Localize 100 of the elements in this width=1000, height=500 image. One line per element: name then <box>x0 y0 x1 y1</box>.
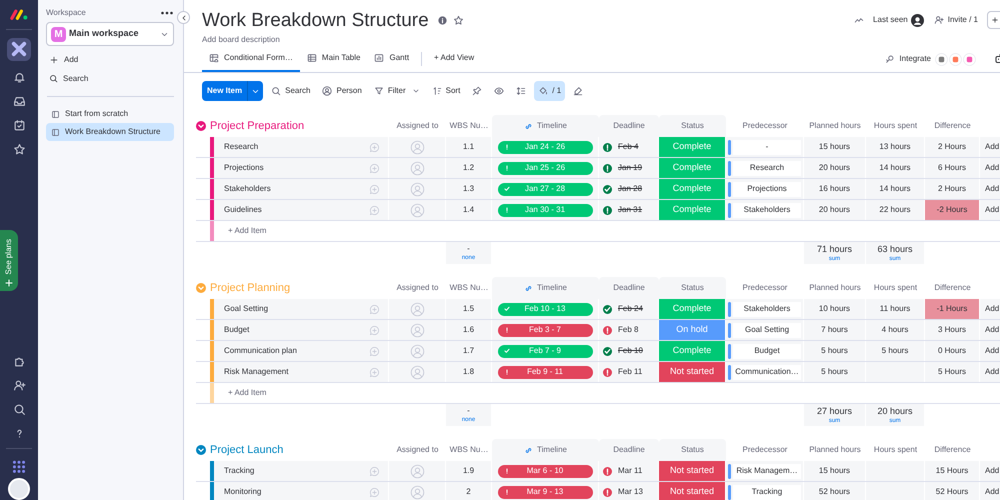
column-header[interactable]: WBS Nu… <box>450 444 488 456</box>
item-name[interactable]: Tracking <box>224 465 369 477</box>
logo-icon[interactable] <box>9 8 29 21</box>
sort-button[interactable]: Sort <box>428 81 464 101</box>
item-name[interactable]: Projections <box>224 162 369 174</box>
invite-button[interactable]: Invite / 1 <box>934 14 978 26</box>
column-header[interactable]: Timeline <box>537 120 567 132</box>
column-header[interactable]: Assigned to <box>396 444 438 456</box>
filter-button[interactable]: Filter <box>370 81 424 101</box>
column-header[interactable]: Planned hours <box>809 120 861 132</box>
item-name[interactable]: Stakeholders <box>224 183 369 195</box>
item-name[interactable]: Guidelines <box>224 204 369 216</box>
predecessor-tag[interactable]: Research <box>733 160 801 176</box>
column-header[interactable]: Predecessor <box>742 444 788 456</box>
column-header[interactable]: Status <box>681 282 704 294</box>
add-cell[interactable]: Add <box>980 320 1000 340</box>
predecessor-tag[interactable]: Projections <box>733 182 801 196</box>
timeline-pill[interactable]: Mar 9 - 13 <box>498 486 592 498</box>
view-tab[interactable]: Main Table <box>300 46 368 72</box>
timeline-pill[interactable]: Mar 6 - 10 <box>498 464 592 478</box>
board-item[interactable]: Work Breakdown Structure <box>46 123 174 141</box>
add-item-button[interactable]: + Add Item <box>228 225 266 237</box>
color-button[interactable]: / 1 <box>534 81 566 101</box>
predecessor-tag[interactable]: Tracking <box>733 484 801 500</box>
deadline-date[interactable]: Feb 4 <box>618 141 638 153</box>
predecessor-tag[interactable]: Stakeholders <box>733 202 801 218</box>
collapse-caret-icon[interactable] <box>196 121 206 131</box>
add-cell[interactable]: Add <box>980 461 1000 481</box>
deadline-date[interactable]: Jan 19 <box>618 162 642 174</box>
column-header[interactable]: Difference <box>934 444 971 456</box>
integration-app-icon[interactable] <box>949 52 962 66</box>
add-cell[interactable]: Add <box>980 158 1000 178</box>
column-header[interactable]: Assigned to <box>396 120 438 132</box>
more-icon[interactable] <box>161 11 173 15</box>
predecessor-tag[interactable]: Stakeholders <box>733 302 801 316</box>
status-label[interactable]: Not started <box>659 461 726 481</box>
column-header[interactable]: WBS Nu… <box>450 120 488 132</box>
deadline-date[interactable]: Feb 8 <box>618 324 638 336</box>
add-cell[interactable]: Add <box>980 179 1000 199</box>
board-description[interactable]: Add board description <box>202 34 1000 46</box>
column-header[interactable]: WBS Nu… <box>450 282 488 294</box>
add-view-button[interactable]: + Add View <box>427 46 482 72</box>
timeline-pill[interactable]: Feb 3 - 7 <box>498 324 592 336</box>
inbox-icon[interactable] <box>12 95 26 108</box>
add-person-icon[interactable] <box>12 378 26 392</box>
item-name[interactable]: Goal Setting <box>224 303 369 315</box>
avatar-icon[interactable] <box>910 14 924 26</box>
column-header[interactable]: Hours spent <box>874 282 918 294</box>
predecessor-tag[interactable]: Budget <box>733 344 801 358</box>
column-header[interactable]: Planned hours <box>809 444 861 456</box>
deadline-date[interactable]: Feb 24 <box>618 303 643 315</box>
integration-app-icon[interactable] <box>963 52 976 66</box>
star-icon[interactable] <box>12 143 26 156</box>
column-header[interactable]: Timeline <box>537 282 567 294</box>
group-title[interactable]: Project Preparation <box>210 118 304 134</box>
avatar-icon[interactable] <box>8 478 30 500</box>
item-name[interactable]: Risk Management <box>224 366 369 378</box>
predecessor-tag[interactable]: Communication… <box>733 364 801 380</box>
column-header[interactable]: Hours spent <box>874 444 918 456</box>
predecessor-tag[interactable]: - <box>733 140 801 154</box>
integrate-button[interactable]: Integrate <box>885 46 931 72</box>
item-name[interactable]: Budget <box>224 324 369 336</box>
timeline-pill[interactable]: Feb 9 - 11 <box>498 366 592 378</box>
add-cell[interactable]: Add <box>980 137 1000 157</box>
deadline-date[interactable]: Jan 31 <box>618 204 642 216</box>
add-cell[interactable]: Add <box>980 200 1000 220</box>
collapse-caret-icon[interactable] <box>196 445 206 455</box>
deadline-date[interactable]: Feb 11 <box>618 366 642 378</box>
column-header[interactable]: Status <box>681 120 704 132</box>
view-tab[interactable]: Gantt <box>367 46 416 72</box>
column-header[interactable]: Hours spent <box>874 120 918 132</box>
puzzle-icon[interactable] <box>12 354 26 368</box>
column-header[interactable]: Assigned to <box>396 282 438 294</box>
column-header[interactable]: Difference <box>934 120 971 132</box>
deadline-date[interactable]: Mar 11 <box>618 465 642 477</box>
calendar-icon[interactable] <box>12 119 26 132</box>
item-name[interactable]: Research <box>224 141 369 153</box>
bell-icon[interactable] <box>12 71 26 84</box>
column-header[interactable]: Status <box>681 444 704 456</box>
column-header[interactable]: Difference <box>934 282 971 294</box>
view-tab[interactable]: Conditional Form… <box>202 46 300 72</box>
add-cell[interactable]: Add <box>980 299 1000 319</box>
info-icon[interactable] <box>438 16 447 24</box>
deadline-date[interactable]: Jan 28 <box>618 183 642 195</box>
column-header[interactable]: Predecessor <box>742 120 788 132</box>
column-header[interactable]: Timeline <box>537 444 567 456</box>
search-icon[interactable] <box>12 402 26 416</box>
column-header[interactable]: Planned hours <box>809 282 861 294</box>
search-button[interactable]: Search <box>46 69 175 88</box>
add-cell[interactable]: Add <box>980 341 1000 361</box>
star-icon[interactable] <box>452 14 464 26</box>
collapse-button[interactable] <box>177 11 190 24</box>
add-item-button[interactable]: + Add Item <box>228 387 266 399</box>
see-plans-button[interactable]: See plans <box>0 230 18 291</box>
add-button[interactable]: Add <box>46 50 175 69</box>
add-cell[interactable]: Add <box>980 482 1000 500</box>
integration-app-icon[interactable] <box>935 52 948 66</box>
deadline-date[interactable]: Mar 13 <box>618 486 643 498</box>
group-title[interactable]: Project Launch <box>210 442 284 458</box>
status-label[interactable]: Not started <box>659 362 726 382</box>
